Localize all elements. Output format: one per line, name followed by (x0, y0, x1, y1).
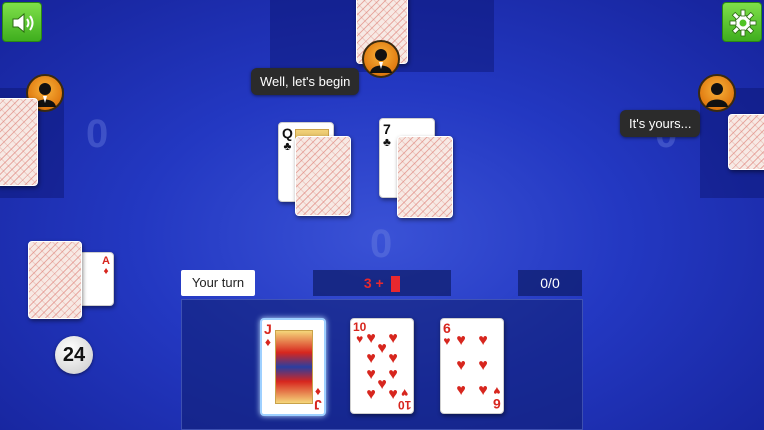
card-rank: 6 (493, 396, 501, 412)
heart-pip: ♥ (366, 386, 376, 403)
left-opponent-card (0, 98, 38, 186)
heart-icon: ♥ (356, 332, 364, 346)
self-score-ghost: 0 (370, 222, 393, 266)
heart-pip: ♥ (377, 376, 387, 393)
heart-icon: ♥ (443, 334, 451, 348)
heart-pip: ♥ (377, 340, 387, 357)
diamond-icon: ♦ (103, 266, 109, 277)
diamond-icon: ♦ (264, 335, 271, 349)
top-opponent-speech: Well, let's begin (251, 68, 360, 95)
tricks-panel: 0/0 (518, 270, 582, 296)
right-opponent-speech: It's yours... (620, 110, 701, 137)
top-opponent-avatar (362, 40, 400, 78)
turn-indicator: Your turn (181, 270, 255, 296)
card-rank: 10 (397, 398, 411, 412)
face-card-art (275, 330, 313, 404)
heart-pip: ♥ (366, 366, 376, 383)
turn-label: Your turn (191, 275, 245, 290)
heart-pip: ♥ (388, 330, 398, 347)
heart-pip: ♥ (478, 357, 488, 374)
card-rank: J (264, 321, 272, 337)
person-icon (370, 49, 392, 73)
heart-icon: ♥ (493, 384, 501, 398)
club-icon: ♣ (283, 139, 292, 153)
hand-card-jack-diamonds[interactable]: J ♦ J ♦ (260, 318, 326, 416)
round-score-panel: 3 + (313, 270, 451, 296)
heart-pip: ♥ (478, 382, 488, 399)
person-icon (706, 83, 728, 107)
heart-pip: ♥ (456, 332, 466, 349)
hand-card-six-hearts[interactable]: 6 ♥ ♥ ♥ ♥ ♥ ♥ ♥ 6 ♥ (440, 318, 504, 414)
gear-icon (729, 9, 757, 37)
deck-count: 24 (62, 344, 86, 366)
heart-pip: ♥ (366, 350, 376, 367)
hand-card-ten-hearts[interactable]: 10 ♥ ♥ ♥ ♥ ♥ ♥ ♥ ♥ ♥ ♥ ♥ 10 ♥ (350, 318, 414, 414)
heart-pip: ♥ (456, 357, 466, 374)
heart-pip: ♥ (388, 386, 398, 403)
right-opponent-avatar (698, 74, 736, 112)
round-score-prefix: 3 + (363, 275, 384, 291)
heart-pip: ♥ (456, 382, 466, 399)
table-card-left-back (295, 136, 351, 216)
sound-button[interactable] (2, 2, 42, 42)
heart-pip: ♥ (366, 330, 376, 347)
heart-pip: ♥ (478, 332, 488, 349)
deck-pile[interactable] (28, 241, 82, 319)
club-icon: ♣ (383, 135, 391, 149)
round-score-marker (391, 275, 401, 292)
right-opponent-card (728, 114, 764, 170)
left-score-ghost: 0 (86, 112, 109, 156)
speaker-icon (12, 12, 34, 34)
tricks-count: 0/0 (540, 275, 560, 291)
card-rank: J (314, 397, 322, 413)
heart-pip: ♥ (388, 366, 398, 383)
deck-count-badge: 24 (55, 336, 93, 374)
table-card-right-back (397, 136, 453, 218)
heart-pip: ♥ (388, 350, 398, 367)
card-rank: 7 (383, 121, 391, 137)
settings-button[interactable] (722, 2, 762, 42)
card-rank: 6 (443, 320, 451, 336)
card-rank: Q (282, 125, 293, 141)
